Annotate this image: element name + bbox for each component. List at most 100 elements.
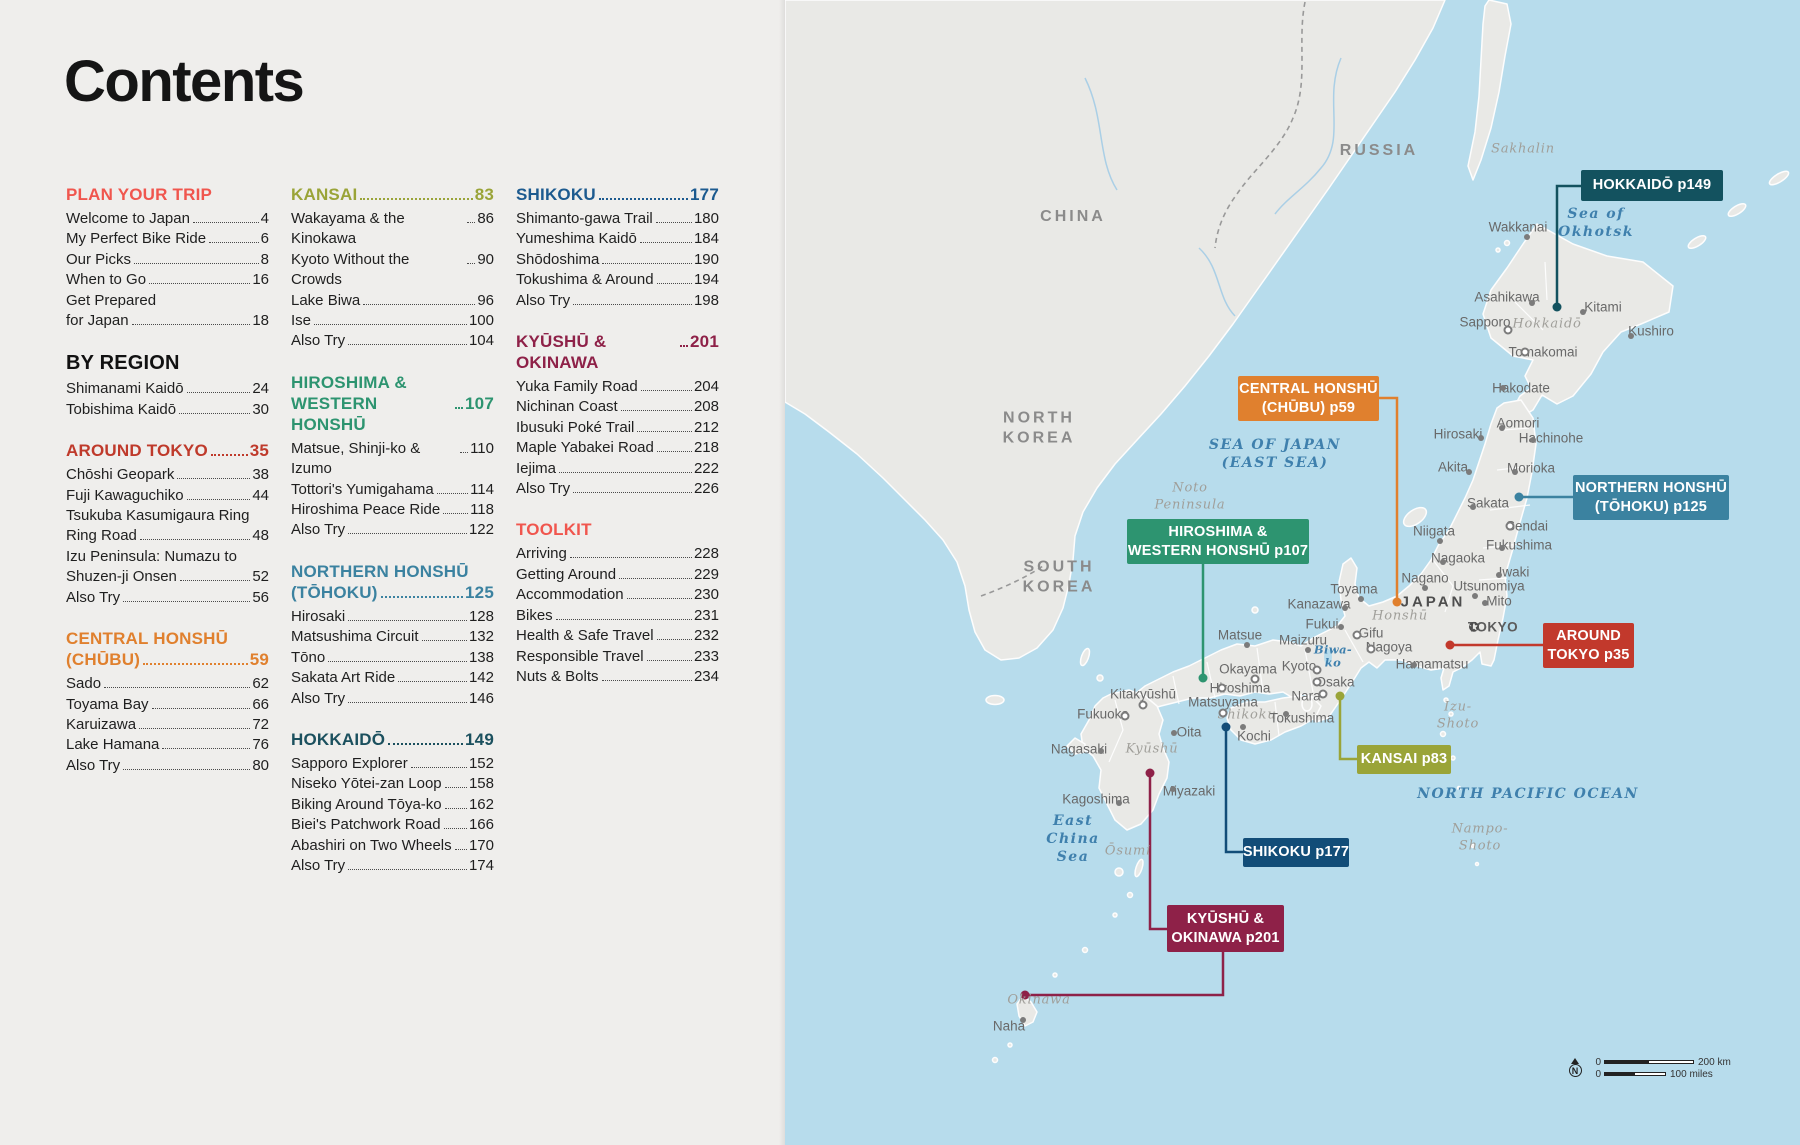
toc-item: Tottori's Yumigahama 114 [291, 480, 494, 500]
toc-item-line: Chōshi Geopark 38 [66, 465, 269, 485]
toc-page-number: 100 [468, 312, 494, 330]
toc-item-text: Also Try [291, 332, 346, 350]
toc-item-line: Nuts & Bolts 234 [516, 667, 719, 687]
toc-item: Get Prepared for Japan 18 [66, 291, 269, 332]
toc-item-line: for Japan 18 [66, 311, 269, 331]
toc-item-text: Wakayama & the Kinokawa [291, 210, 405, 248]
toc-item-line: Also Try 198 [516, 291, 719, 311]
toc-item-text: Health & Safe Travel [516, 627, 654, 645]
map-city-dot-marker [1358, 596, 1364, 602]
toc-page-number: 44 [252, 486, 269, 504]
toc-heading-text: KYŪSHŪ & OKINAWA [516, 332, 607, 373]
toc-item: Yuka Family Road 204 [516, 377, 719, 397]
toc-item-text: Kyoto Without the Crowds [291, 250, 410, 289]
toc-page-number: 231 [693, 606, 719, 624]
toc-item-line: Niseko Yōtei-zan Loop 158 [291, 774, 494, 794]
map-city-label: Tomakomai [1508, 344, 1578, 360]
map-city-dot-marker [1482, 600, 1488, 606]
map-geo-label: East China Sea [1046, 813, 1100, 865]
map-city-label: Kushiro [1628, 323, 1674, 339]
leader-dots [177, 478, 251, 480]
toc-item-line: Accommodation 230 [516, 585, 719, 605]
map-city-ring-marker [1318, 689, 1328, 699]
toc-section: CENTRAL HONSHŪ (CHŪBU) 59 Sado 62 Toyama Bay 6… [66, 628, 269, 776]
toc-item-line: Wakayama & the Kinokawa 86 [291, 209, 494, 250]
toc-item-text: Matsushima Circuit [291, 628, 419, 646]
map-callout-around-tokyo: AROUND TOKYO p35 [1543, 623, 1634, 668]
toc-item-text: Toyama Bay [66, 695, 149, 713]
toc-page-number: 194 [693, 271, 719, 289]
leader-dots [460, 451, 469, 453]
toc-item: Bikes 231 [516, 606, 719, 626]
toc-page-number: 8 [260, 250, 269, 268]
map-city-ring-marker [1217, 683, 1227, 693]
map-callout-kansai: KANSAI p83 [1357, 745, 1451, 774]
map-geo-label: Sea of Okhotsk [1558, 206, 1634, 240]
toc-page-number: 128 [468, 607, 494, 625]
toc-item-text: Also Try [516, 291, 571, 309]
toc-item-line: Karuizawa 72 [66, 715, 269, 735]
map-geo-label: Okinawa [1007, 992, 1071, 1008]
map-city-label: Nara [1291, 688, 1321, 704]
toc-item-text: Biei's Patchwork Road [291, 816, 441, 834]
map-city-dot-marker [1170, 786, 1176, 792]
leader-dots [328, 660, 467, 662]
toc-item-line: Lake Hamana 76 [66, 735, 269, 755]
toc-item-text: Ibusuki Poké Trail [516, 418, 635, 436]
toc-item: Abashiri on Two Wheels 170 [291, 836, 494, 856]
toc-column-3: SHIKOKU 177 Shimanto-gawa Trail 180 Yumeshim… [516, 184, 719, 707]
toc-heading: KANSAI 83 [291, 184, 494, 205]
leader-dots [467, 262, 476, 264]
toc-item: Also Try 198 [516, 291, 719, 311]
leader-dots [186, 392, 251, 394]
leader-dots [179, 580, 251, 582]
toc-page-number: 212 [693, 418, 719, 436]
leader-dots [601, 679, 692, 681]
toc-page-number: 56 [252, 588, 269, 606]
japan-region-map: RUSSIA CHINA NORTH KOREA SOUTH KOREA JAPAN SEA … [785, 0, 1800, 1145]
map-city-ring-marker [1505, 521, 1515, 531]
toc-item: Biking Around Tōya-ko 162 [291, 795, 494, 815]
toc-page-number: 86 [477, 210, 494, 227]
toc-section: KANSAI 83 Wakayama & the Kinokawa 86 Kyoto W… [291, 184, 494, 352]
toc-heading-line: HOKKAIDŌ 149 [291, 729, 494, 750]
toc-item-text: Shimanami Kaidō [66, 380, 184, 398]
toc-page-number: 110 [470, 439, 494, 457]
map-city-dot-marker [1499, 425, 1505, 431]
toc-page-number: 59 [249, 650, 269, 670]
toc-page-number: 125 [465, 582, 494, 602]
toc-page-number: 96 [477, 291, 494, 309]
toc-page-number: 152 [468, 754, 494, 772]
toc-item-line: Matsue, Shinji-ko & Izumo 110 [291, 439, 494, 480]
toc-heading: CENTRAL HONSHŪ (CHŪBU) 59 [66, 628, 269, 670]
leader-dots [656, 451, 692, 453]
toc-item: Sapporo Explorer 152 [291, 754, 494, 774]
toc-item: Ise 100 [291, 311, 494, 331]
leader-dots [602, 262, 692, 264]
north-arrow-icon: N [1567, 1058, 1583, 1080]
leader-dots [149, 283, 251, 285]
toc-item-line: My Perfect Bike Ride 6 [66, 229, 269, 249]
toc-item-line: When to Go 16 [66, 270, 269, 290]
map-callout-northern-honshu: NORTHERN HONSHŪ (TŌHOKU) p125 [1573, 475, 1729, 520]
toc-section: HIROSHIMA & WESTERN HONSHŪ 107 Matsue, Shin… [291, 372, 494, 541]
toc-page-number: 114 [470, 480, 494, 498]
map-city-dot-marker [1530, 437, 1536, 443]
toc-page-number: 16 [252, 271, 269, 289]
map-city-dot-marker [1524, 234, 1530, 240]
toc-item-line: Sado 62 [66, 674, 269, 694]
toc-item: Also Try 174 [291, 856, 494, 876]
map-city-dot-marker [1342, 605, 1348, 611]
toc-page-number: 132 [468, 628, 494, 646]
page-title: Contents [64, 49, 305, 114]
toc-item-text: Nichinan Coast [516, 398, 618, 416]
contents-page: Contents PLAN YOUR TRIP Welcome to Japan 4… [0, 0, 785, 1145]
toc-heading: NORTHERN HONSHŪ (TŌHOKU) 125 [291, 561, 494, 603]
toc-item-line: Ise 100 [291, 311, 494, 331]
toc-item-text: Ise [291, 312, 312, 330]
toc-heading: BY REGION [66, 351, 269, 375]
map-geo-label: NORTH PACIFIC OCEAN [1417, 786, 1639, 803]
toc-heading-text: SHIKOKU [516, 185, 596, 204]
toc-item-line: Matsushima Circuit 132 [291, 627, 494, 647]
toc-page-number: 76 [252, 736, 269, 754]
